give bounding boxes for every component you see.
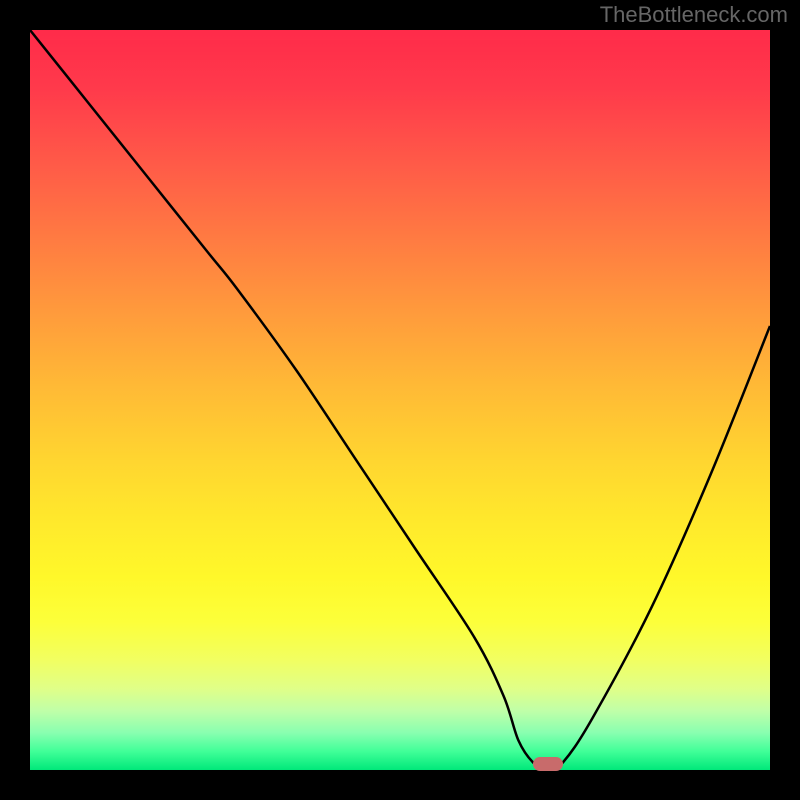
- watermark-text: TheBottleneck.com: [600, 2, 788, 28]
- plot-area: [30, 30, 770, 770]
- bottleneck-curve: [30, 30, 770, 770]
- target-marker: [533, 757, 563, 771]
- chart-svg: [30, 30, 770, 770]
